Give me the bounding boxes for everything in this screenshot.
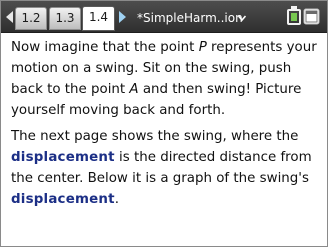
document-title[interactable]: *SimpleHarm..ion [137, 8, 243, 28]
page-content: Now imagine that the point P represents … [11, 37, 317, 215]
paragraph-displacement: The next page shows the swing, where the… [11, 126, 317, 210]
tab-label: 1.4 [88, 10, 109, 24]
tab-label: 1.3 [55, 11, 75, 25]
text-span: Now imagine that the point [11, 40, 199, 55]
battery-icon [287, 6, 301, 25]
window-icon[interactable] [303, 8, 320, 25]
battery-level [291, 13, 297, 21]
tab-1-4[interactable]: 1.4 [82, 6, 115, 31]
text-span: . [114, 192, 120, 207]
point-a-label: A [129, 82, 139, 97]
point-p-label: P [198, 40, 207, 55]
document-window: 1.2 1.3 1.4 *SimpleHarm..ion Now imagine… [0, 0, 328, 247]
chevron-right-icon[interactable] [119, 11, 126, 23]
tab-1-3[interactable]: 1.3 [49, 7, 81, 30]
tab-bar: 1.2 1.3 1.4 *SimpleHarm..ion [1, 1, 327, 33]
text-span: The next page shows the swing, where the [11, 129, 299, 144]
tab-1-2[interactable]: 1.2 [15, 7, 47, 30]
chevron-left-icon[interactable] [6, 11, 13, 23]
tab-label: 1.2 [21, 11, 41, 25]
paragraph-swing-intro: Now imagine that the point P represents … [11, 37, 317, 121]
displacement-keyword: displacement [11, 150, 115, 165]
chevron-down-icon[interactable] [238, 14, 246, 22]
displacement-keyword: displacement [11, 192, 115, 207]
